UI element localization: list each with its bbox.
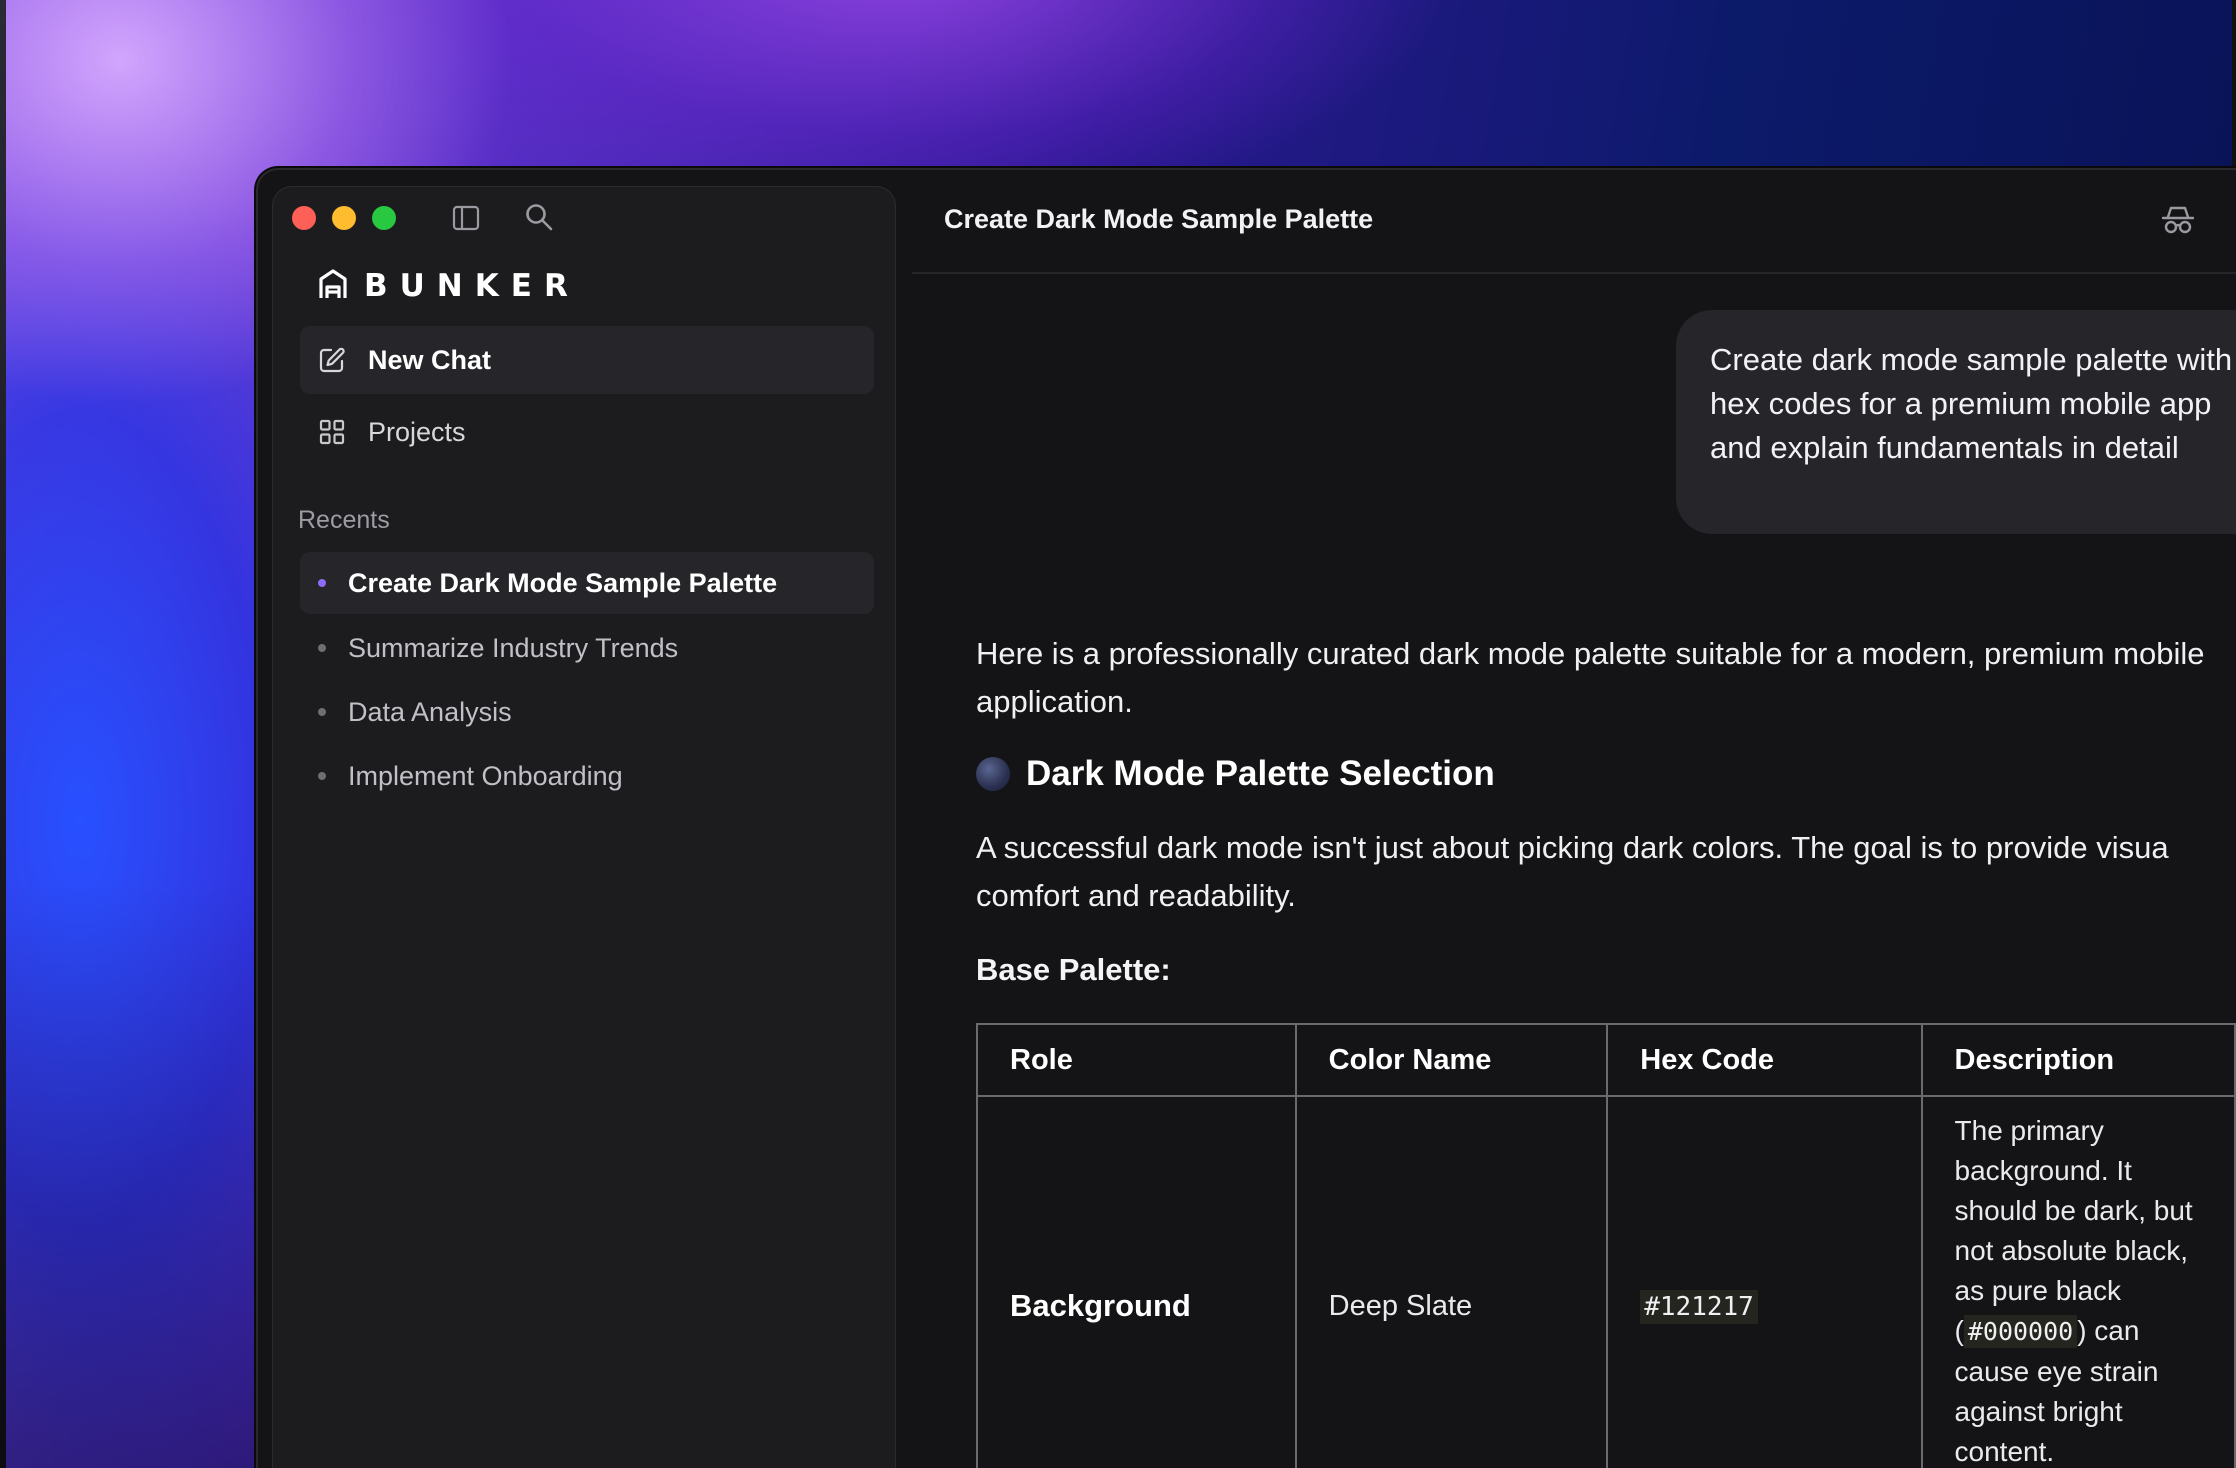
screen-bezel-right	[2232, 0, 2236, 180]
base-palette-label: Base Palette:	[976, 952, 1171, 987]
palette-table: Role Color Name Hex Code Description Bac…	[976, 1023, 2236, 1468]
hex-code: #121217	[1640, 1289, 1758, 1324]
recent-dot	[318, 644, 326, 652]
recent-chat-label: Create Dark Mode Sample Palette	[348, 567, 778, 598]
response-paragraph-line: comfort and readability.	[976, 878, 1296, 913]
response-heading: Dark Mode Palette Selection	[976, 754, 1495, 794]
recent-dot	[318, 579, 326, 587]
description-cell: The primary background. It should be dar…	[1920, 1095, 2236, 1468]
header-divider	[912, 272, 2236, 274]
response-paragraph: A successful dark mode isn't just about …	[976, 824, 2236, 920]
recent-chat-item[interactable]: Summarize Industry Trends	[300, 617, 874, 679]
recent-dot	[318, 772, 326, 780]
inline-code: #000000	[1963, 1315, 2078, 1348]
conversation-title: Create Dark Mode Sample Palette	[944, 204, 1374, 234]
recent-chat-item[interactable]: Create Dark Mode Sample Palette	[300, 552, 874, 614]
projects-label: Projects	[368, 416, 466, 447]
projects-button[interactable]: Projects	[300, 398, 874, 466]
app-name: BUNKER	[364, 268, 580, 304]
incognito-icon[interactable]	[2160, 204, 2196, 236]
minimize-window-button[interactable]	[332, 206, 356, 230]
column-header: Description	[1920, 1023, 2236, 1097]
close-window-button[interactable]	[292, 206, 316, 230]
column-header: Role	[976, 1023, 1297, 1097]
recent-chat-item[interactable]: Implement Onboarding	[300, 745, 874, 807]
sidebar-toggle-icon[interactable]	[452, 204, 480, 232]
column-header: Color Name	[1294, 1023, 1609, 1097]
screen-bezel	[0, 0, 6, 1468]
column-header: Hex Code	[1606, 1023, 1923, 1097]
color-name-cell: Deep Slate	[1294, 1095, 1609, 1468]
new-chat-label: New Chat	[368, 344, 492, 375]
bunker-logo-icon	[318, 268, 348, 305]
recent-chat-item[interactable]: Data Analysis	[300, 681, 874, 743]
user-message-text: Create dark mode sample palette with hex…	[1710, 342, 2233, 465]
response-paragraph-line: A successful dark mode isn't just about …	[976, 830, 2169, 865]
table-row: Background Deep Slate #121217 The primar…	[976, 1095, 2236, 1468]
role-cell: Background	[976, 1095, 1297, 1468]
response-heading-text: Dark Mode Palette Selection	[1026, 754, 1495, 793]
table-header-row: Role Color Name Hex Code Description	[976, 1023, 2236, 1097]
response-intro: Here is a professionally curated dark mo…	[976, 636, 2205, 719]
grid-icon	[319, 419, 345, 445]
search-icon[interactable]	[524, 202, 554, 232]
recent-dot	[318, 708, 326, 716]
recent-chat-label: Summarize Industry Trends	[348, 632, 679, 663]
recents-heading: Recents	[298, 506, 390, 534]
zoom-window-button[interactable]	[372, 206, 396, 230]
hex-code-cell: #121217	[1606, 1095, 1923, 1468]
new-chat-button[interactable]: New Chat	[300, 326, 874, 394]
app-logo: BUNKER	[318, 268, 580, 305]
compose-icon	[319, 347, 345, 373]
recent-chat-label: Data Analysis	[348, 696, 512, 727]
description-text: The primary background. It should be dar…	[1954, 1115, 2193, 1346]
moon-icon	[976, 757, 1010, 791]
recent-chat-label: Implement Onboarding	[348, 760, 623, 791]
user-message-bubble: Create dark mode sample palette with hex…	[1676, 310, 2236, 534]
